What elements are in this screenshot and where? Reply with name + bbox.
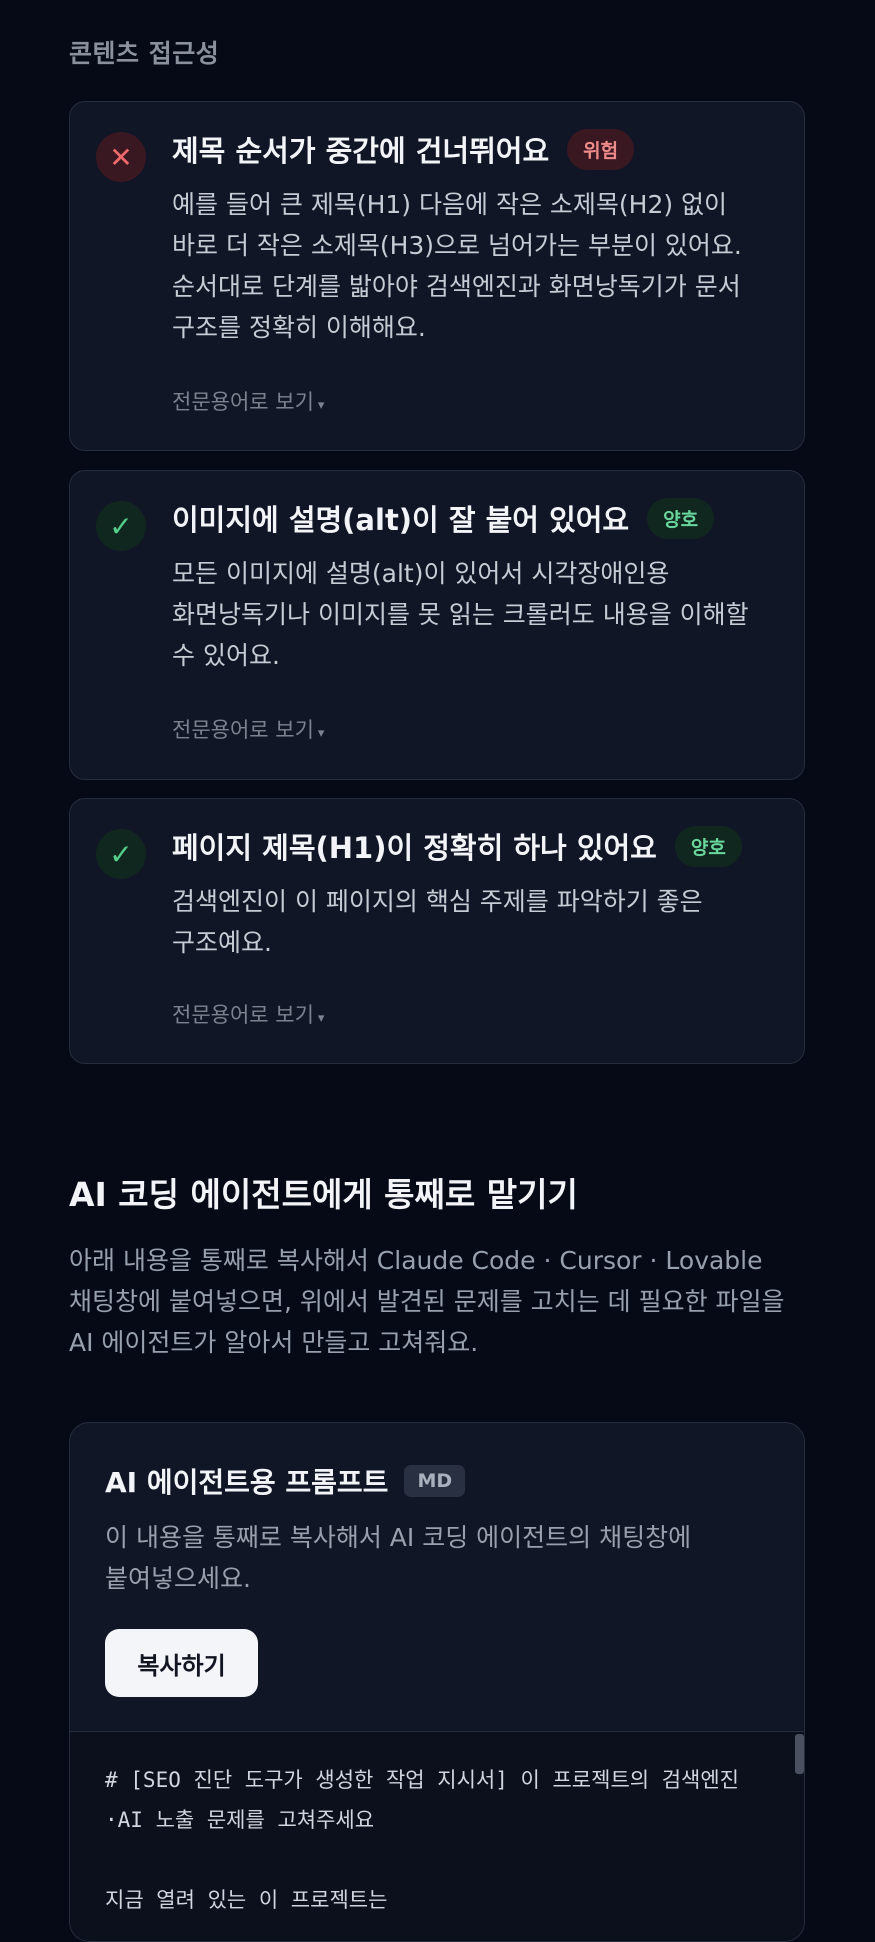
copy-button[interactable]: 복사하기 (105, 1629, 258, 1697)
format-badge: MD (404, 1465, 466, 1497)
caret-down-icon: ▾ (317, 726, 325, 741)
expand-label: 전문용어로 보기 (172, 718, 314, 742)
status-badge: 양호 (647, 497, 715, 539)
expand-label: 전문용어로 보기 (172, 1003, 314, 1027)
scrollbar[interactable] (795, 1734, 804, 1774)
card-title: 페이지 제목(H1)이 정확히 하나 있어요 (172, 831, 657, 865)
section-heading: AI 코딩 에이전트에게 통째로 맡기기 (69, 1175, 578, 1214)
status-badge: 양호 (674, 825, 742, 867)
section-label: 콘텐츠 접근성 (69, 39, 220, 68)
issue-card: ✕ 제목 순서가 중간에 건너뛰어요 위험 예를 들어 큰 제목(H1) 다음에… (69, 101, 805, 451)
expand-toggle[interactable]: 전문용어로 보기 ▾ (172, 386, 324, 416)
card-description: 검색엔진이 이 페이지의 핵심 주제를 파악하기 좋은 구조예요. (172, 887, 703, 957)
prompt-title: AI 에이전트용 프롬프트 (105, 1466, 389, 1499)
card-title: 제목 순서가 중간에 건너뛰어요 (172, 134, 550, 168)
expand-toggle[interactable]: 전문용어로 보기 ▾ (172, 714, 324, 744)
issue-card: ✓ 이미지에 설명(alt)이 잘 붙어 있어요 양호 모든 이미지에 설명(a… (69, 470, 805, 780)
card-title-row: 페이지 제목(H1)이 정확히 하나 있어요 양호 (172, 825, 742, 867)
check-icon: ✓ (96, 501, 146, 551)
x-icon: ✕ (96, 132, 146, 182)
card-title-row: 제목 순서가 중간에 건너뛰어요 위험 (172, 128, 635, 170)
issue-card: ✓ 페이지 제목(H1)이 정확히 하나 있어요 양호 검색엔진이 이 페이지의… (69, 798, 805, 1064)
card-title-row: 이미지에 설명(alt)이 잘 붙어 있어요 양호 (172, 497, 715, 539)
card-description: 모든 이미지에 설명(alt)이 있어서 시각장애인용 화면낭독기나 이미지를 … (172, 559, 749, 670)
prompt-code-block[interactable]: # [SEO 진단 도구가 생성한 작업 지시서] 이 프로젝트의 검색엔진·A… (70, 1731, 804, 1941)
prompt-title-row: AI 에이전트용 프롬프트 MD (105, 1461, 466, 1501)
section-description: 아래 내용을 통째로 복사해서 Claude Code · Cursor · L… (69, 1246, 785, 1357)
card-description: 예를 들어 큰 제목(H1) 다음에 작은 소제목(H2) 없이 바로 더 작은… (172, 190, 742, 342)
expand-toggle[interactable]: 전문용어로 보기 ▾ (172, 999, 324, 1029)
prompt-code-text: # [SEO 진단 도구가 생성한 작업 지시서] 이 프로젝트의 검색엔진·A… (105, 1768, 740, 1912)
caret-down-icon: ▾ (317, 398, 325, 413)
caret-down-icon: ▾ (317, 1011, 325, 1026)
card-title: 이미지에 설명(alt)이 잘 붙어 있어요 (172, 503, 630, 537)
prompt-card: AI 에이전트용 프롬프트 MD 이 내용을 통째로 복사해서 AI 코딩 에이… (69, 1422, 805, 1942)
expand-label: 전문용어로 보기 (172, 390, 314, 414)
status-badge: 위험 (567, 128, 635, 170)
prompt-description: 이 내용을 통째로 복사해서 AI 코딩 에이전트의 채팅창에 붙여넣으세요. (105, 1523, 692, 1593)
check-icon: ✓ (96, 829, 146, 879)
